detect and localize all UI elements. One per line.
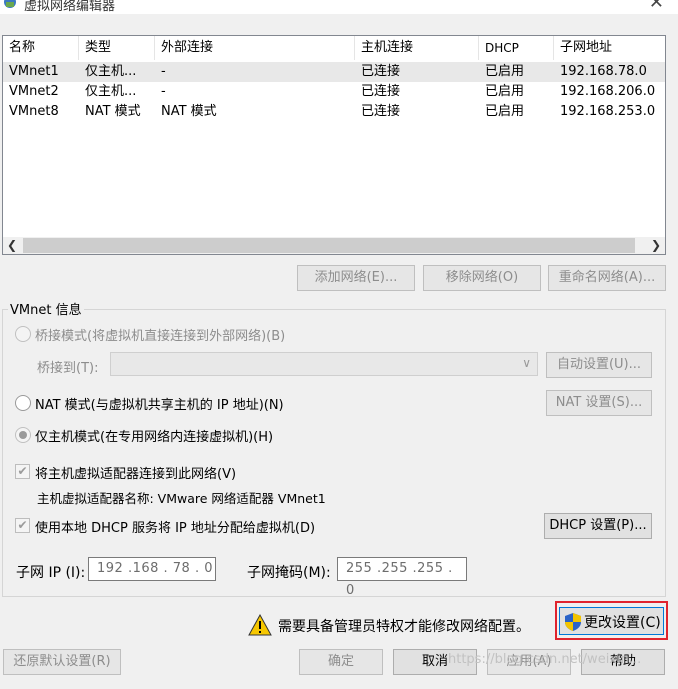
col-header-subnet[interactable]: 子网地址 xyxy=(554,36,665,60)
watermark-text: https://blog.csdn.net/weixin... xyxy=(448,652,642,667)
auto-settings-button[interactable]: 自动设置(U)... xyxy=(546,352,652,378)
bridge-to-select[interactable]: ∨ xyxy=(110,352,538,376)
change-settings-highlight: 更改设置(C) xyxy=(555,601,668,640)
remove-network-button[interactable]: 移除网络(O) xyxy=(423,265,541,291)
network-list[interactable]: 名称 类型 外部连接 主机连接 DHCP 子网地址 VMnet1 仅主机... … xyxy=(2,35,666,255)
nat-settings-button[interactable]: NAT 设置(S)... xyxy=(546,390,652,416)
title-bar: 虚拟网络编辑器 ✕ xyxy=(0,0,678,14)
scroll-left-icon[interactable]: ❮ xyxy=(3,237,21,254)
scroll-right-icon[interactable]: ❯ xyxy=(647,237,665,254)
nat-mode-label: NAT 模式(与虚拟机共享主机的 IP 地址)(N) xyxy=(35,398,284,413)
table-row[interactable]: VMnet8 NAT 模式 NAT 模式 已连接 已启用 192.168.253… xyxy=(3,102,665,122)
close-icon[interactable]: ✕ xyxy=(649,0,664,13)
change-settings-button[interactable]: 更改设置(C) xyxy=(559,607,664,635)
bridge-to-label: 桥接到(T): xyxy=(37,361,99,376)
dhcp-settings-button[interactable]: DHCP 设置(P)... xyxy=(544,513,652,539)
connect-adapter-label: 将主机虚拟适配器连接到此网络(V) xyxy=(35,467,237,482)
vmnet-info-title: VMnet 信息 xyxy=(8,299,84,318)
rename-network-button[interactable]: 重命名网络(A)... xyxy=(548,265,666,291)
subnet-mask-input[interactable]: 255 .255 .255 . 0 xyxy=(337,557,467,598)
adapter-name-label: 主机虚拟适配器名称: VMware 网络适配器 VMnet1 xyxy=(37,491,326,506)
uac-shield-icon xyxy=(565,613,581,631)
change-settings-label: 更改设置(C) xyxy=(584,615,661,631)
col-header-external[interactable]: 外部连接 xyxy=(155,36,355,60)
use-dhcp-checkbox[interactable]: ✔ xyxy=(15,518,30,533)
warning-icon xyxy=(248,614,272,636)
subnet-ip-input[interactable]: 192 .168 . 78 . 0 xyxy=(88,557,216,581)
app-icon xyxy=(4,0,16,8)
bridge-mode-radio[interactable] xyxy=(15,326,31,342)
table-row[interactable]: VMnet2 仅主机... - 已连接 已启用 192.168.206.0 xyxy=(3,82,665,102)
subnet-mask-label: 子网掩码(M): xyxy=(247,565,331,581)
add-network-button[interactable]: 添加网络(E)... xyxy=(297,265,415,291)
horizontal-scrollbar[interactable]: ❮ ❯ xyxy=(3,237,665,254)
ok-button[interactable]: 确定 xyxy=(299,649,383,675)
host-only-radio[interactable] xyxy=(15,427,31,443)
scroll-thumb[interactable] xyxy=(23,238,635,253)
restore-defaults-button[interactable]: 还原默认设置(R) xyxy=(3,649,121,675)
list-header: 名称 类型 外部连接 主机连接 DHCP 子网地址 xyxy=(3,36,665,60)
window-title: 虚拟网络编辑器 xyxy=(24,0,116,14)
host-only-label: 仅主机模式(在专用网络内连接虚拟机)(H) xyxy=(35,430,274,445)
col-header-dhcp[interactable]: DHCP xyxy=(479,36,554,60)
col-header-host[interactable]: 主机连接 xyxy=(355,36,479,60)
use-dhcp-label: 使用本地 DHCP 服务将 IP 地址分配给虚拟机(D) xyxy=(35,521,316,536)
col-header-name[interactable]: 名称 xyxy=(3,36,79,60)
admin-notice-text: 需要具备管理员特权才能修改网络配置。 xyxy=(278,619,530,635)
bridge-mode-label: 桥接模式(将虚拟机直接连接到外部网络)(B) xyxy=(35,329,286,344)
table-row[interactable]: VMnet1 仅主机... - 已连接 已启用 192.168.78.0 xyxy=(3,62,665,82)
chevron-down-icon: ∨ xyxy=(522,356,531,370)
nat-mode-radio[interactable] xyxy=(15,395,31,411)
col-header-type[interactable]: 类型 xyxy=(79,36,155,60)
connect-adapter-checkbox[interactable]: ✔ xyxy=(15,464,30,479)
subnet-ip-label: 子网 IP (I): xyxy=(16,565,86,581)
